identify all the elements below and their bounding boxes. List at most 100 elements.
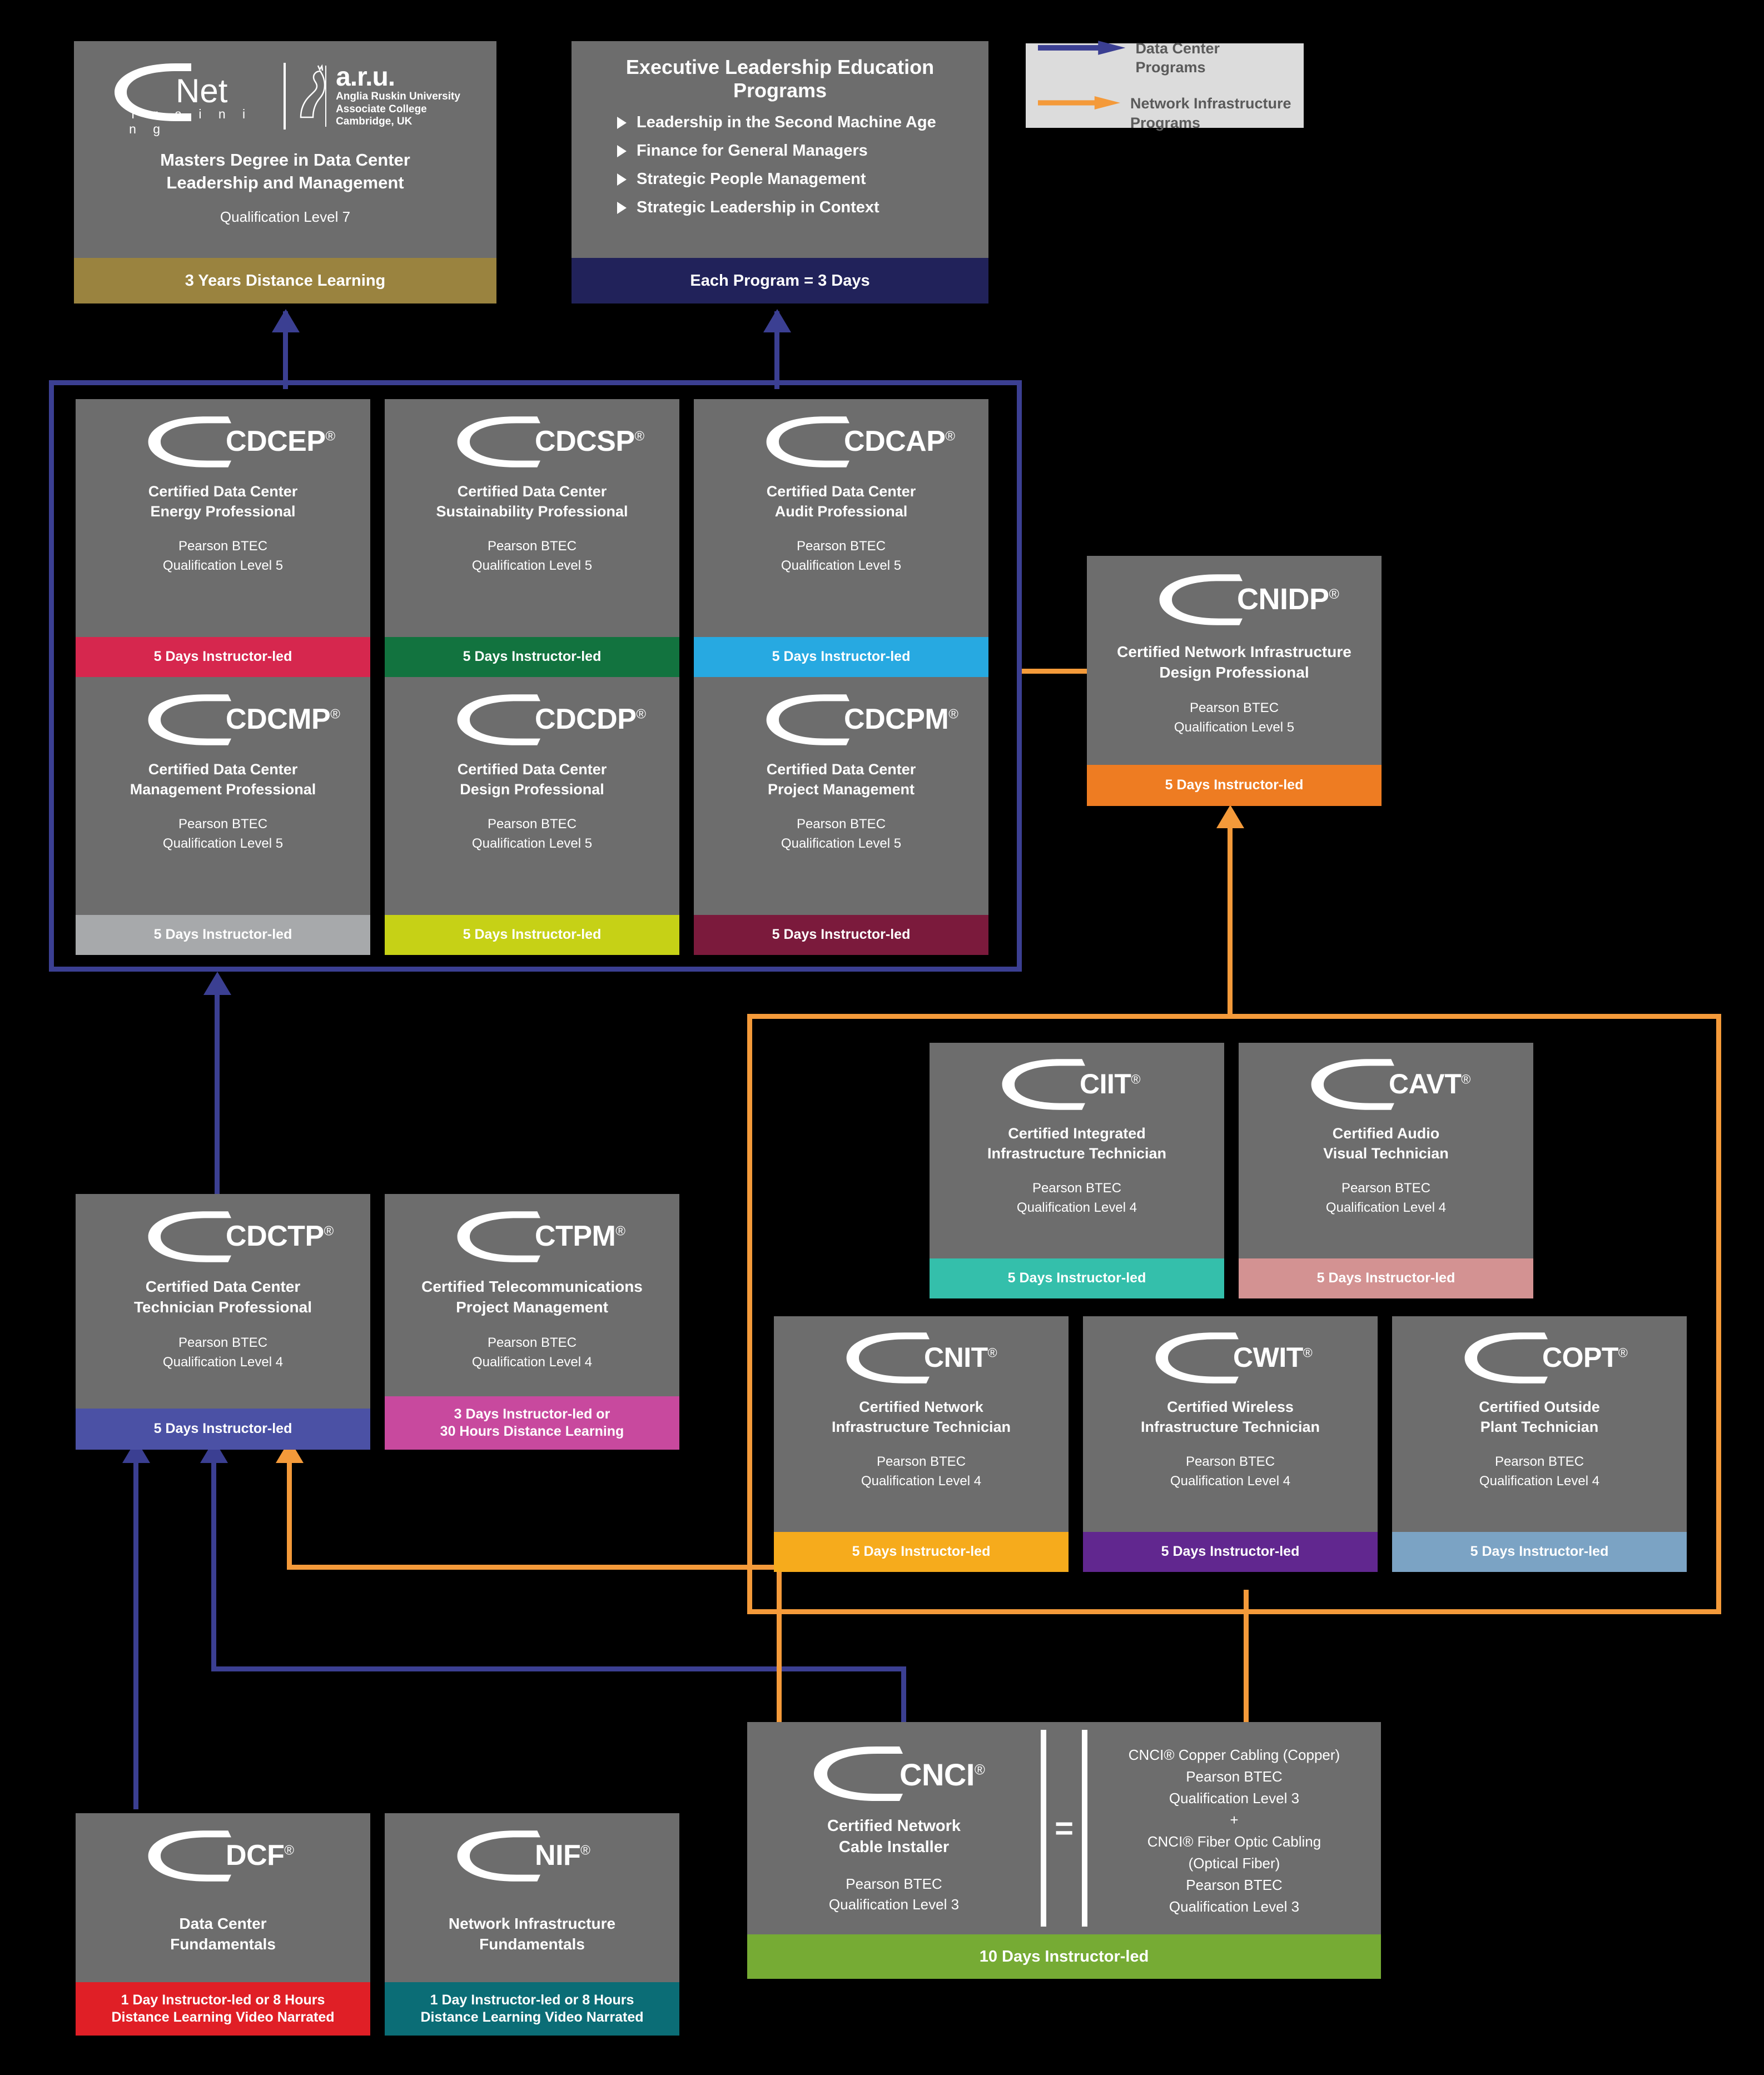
card-cdcdp[interactable]: CDCDP® Certified Data Center Design Prof… [385,677,679,955]
executive-program-label: Strategic Leadership in Context [637,198,879,216]
bullet-triangle-icon [617,116,627,129]
card-ciit[interactable]: CIIT® Certified Integrated Infrastructur… [930,1043,1224,1298]
card-qualification-line1: Pearson BTEC [1189,700,1279,715]
cnit-logo: CNIT® [782,1331,1061,1385]
card-name-line1: Certified Network Infrastructure [1117,643,1351,660]
card-footer: 5 Days Instructor-led [1239,1258,1533,1298]
card-cavt[interactable]: CAVT® Certified Audio Visual Technician … [1239,1043,1533,1298]
executive-program-item: Strategic Leadership in Context [617,200,974,216]
cdcmp-logo: CDCMP® [83,691,362,748]
svg-text:Net: Net [176,72,228,110]
card-name-line2: Project Management [767,780,915,798]
card-footer-label: 5 Days Instructor-led [1161,1544,1300,1560]
cnet-aru-logo: Net T r a i n i n g a.r.u. Anglia Ruskin… [82,60,489,136]
card-footer-line1: 1 Day Instructor-led or 8 Hours [430,1992,634,2008]
masters-title-line1: Masters Degree in Data Center [160,150,410,170]
card-name-line1: Certified Data Center [766,761,916,778]
masters-degree-card[interactable]: Net T r a i n i n g a.r.u. Anglia Ruskin… [74,41,496,303]
card-name-line2: Infrastructure Technician [987,1145,1167,1162]
card-footer: 5 Days Instructor-led [1083,1532,1378,1572]
connector-dcf-to-cdctp [133,1451,138,1809]
card-cdctp[interactable]: CDCTP® Certified Data Center Technician … [76,1194,370,1450]
card-qualification-line2: Qualification Level 4 [1325,1200,1447,1216]
card-footer-label: 5 Days Instructor-led [772,649,911,665]
card-code: COPT® [1542,1342,1628,1373]
card-name-line1: Certified Network [859,1399,983,1415]
card-nif[interactable]: NIF® Network Infrastructure Fundamentals… [385,1813,679,2036]
card-qualification-line1: Pearson BTEC [178,539,268,554]
card-cdcmp[interactable]: CDCMP® Certified Data Center Management … [76,677,370,955]
card-qualification-line2: Qualification Level 4 [861,1474,982,1489]
card-footer: 5 Days Instructor-led [1392,1532,1687,1572]
arrowhead-masters [272,309,300,332]
aru-abbr: a.r.u. [336,62,395,92]
card-name-line1: Certified Wireless [1167,1399,1294,1415]
legend-label-data-center: Data Center Programs [1135,39,1220,76]
card-cdcsp[interactable]: CDCSP® Certified Data Center Sustainabil… [385,399,679,677]
card-body: CNIDP® Certified Network Infrastructure … [1087,556,1382,765]
card-footer-label: 5 Days Instructor-led [463,649,602,665]
bullet-triangle-icon [617,145,627,157]
executive-leadership-card[interactable]: Executive Leadership Education Programs … [572,41,988,303]
card-code: CDCAP® [844,425,955,457]
cdcpm-logo: CDCPM® [702,691,981,748]
aru-logo: a.r.u. Anglia Ruskin University Associat… [298,63,460,129]
cdcdp-logo: CDCDP® [392,691,672,748]
card-footer-line2: Distance Learning Video Narrated [111,2009,335,2025]
card-name-line2: Visual Technician [1323,1145,1449,1162]
connector-dcgroup-to-cnidp [1017,669,1090,674]
card-code: CDCDP® [535,703,646,735]
card-name-line1: Data Center [179,1915,267,1932]
card-name-line1: Certified Outside [1479,1399,1600,1415]
executive-program-label: Finance for General Managers [637,142,868,160]
card-body: CDCMP® Certified Data Center Management … [76,677,370,915]
card-footer: 5 Days Instructor-led [930,1258,1224,1298]
card-footer: 5 Days Instructor-led [385,915,679,955]
card-code: CWIT® [1233,1342,1313,1373]
nif-logo: NIF® [392,1828,672,1884]
card-body: NIF® Network Infrastructure Fundamentals [385,1813,679,1982]
card-footer: 1 Day Instructor-led or 8 Hours Distance… [76,1982,370,2036]
cnci-qual-line2: Qualification Level 3 [828,1896,960,1913]
card-code: CDCPM® [844,703,958,735]
card-body: CDCDP® Certified Data Center Design Prof… [385,677,679,915]
card-cnci[interactable]: CNCI® Certified Network Cable Installer … [747,1722,1381,1979]
card-code: CAVT® [1389,1068,1470,1099]
card-cnit[interactable]: CNIT® Certified Network Infrastructure T… [774,1316,1069,1572]
cnci-right-line: CNCI® Copper Cabling (Copper) [1128,1746,1340,1763]
card-cdcpm[interactable]: CDCPM® Certified Data Center Project Man… [694,677,988,955]
card-qualification-line2: Qualification Level 5 [162,836,284,852]
masters-title-line2: Leadership and Management [166,172,404,192]
cnci-right-pane: CNCI® Copper Cabling (Copper) Pearson BT… [1087,1722,1381,1934]
card-footer-line1: 1 Day Instructor-led or 8 Hours [121,1992,325,2008]
connector-netgroup-to-cnidp [1228,817,1233,1017]
cnci-right-line: (Optical Fiber) [1188,1855,1280,1872]
cnidp-logo: CNIDP® [1095,570,1374,629]
card-footer-label: 5 Days Instructor-led [153,927,292,943]
card-footer-label: 5 Days Instructor-led [153,1421,292,1437]
cdctp-logo: CDCTP® [83,1208,362,1265]
ctpm-logo: CTPM® [392,1208,672,1265]
card-footer: 5 Days Instructor-led [774,1532,1069,1572]
card-qualification-line1: Pearson BTEC [1341,1181,1431,1196]
card-footer-line1: 3 Days Instructor-led or [454,1406,610,1422]
card-cdcap[interactable]: CDCAP® Certified Data Center Audit Profe… [694,399,988,677]
card-copt[interactable]: COPT® Certified Outside Plant Technician… [1392,1316,1687,1572]
card-cwit[interactable]: CWIT® Certified Wireless Infrastructure … [1083,1316,1378,1572]
arrowhead-cdctp-to-dcgroup [203,972,231,995]
bullet-triangle-icon [617,173,627,186]
card-cnidp[interactable]: CNIDP® Certified Network Infrastructure … [1087,556,1382,806]
card-footer: 5 Days Instructor-led [76,915,370,955]
card-cdcep[interactable]: CDCEP® Certified Data Center Energy Prof… [76,399,370,677]
logo-divider [284,63,286,130]
card-ctpm[interactable]: CTPM® Certified Telecommunications Proje… [385,1194,679,1450]
card-name-line2: Infrastructure Technician [1140,1418,1320,1435]
card-body: DCF® Data Center Fundamentals [76,1813,370,1982]
connector-cnci-to-cdctp-horizontal [211,1666,906,1671]
card-code: CNIT® [924,1342,997,1373]
card-dcf[interactable]: DCF® Data Center Fundamentals 1 Day Inst… [76,1813,370,2036]
cnci-right-line: Pearson BTEC [1186,1877,1283,1893]
executive-program-label: Strategic People Management [637,170,866,188]
cnci-equals-wrap: = [1046,1722,1082,1934]
card-qualification-line1: Pearson BTEC [1032,1181,1122,1196]
